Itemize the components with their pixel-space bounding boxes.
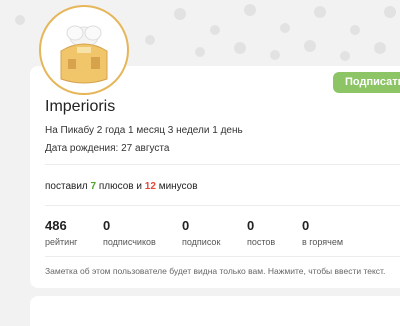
divider [45,164,400,165]
stat-label: в горячем [302,237,344,247]
stat-label: подписчиков [103,237,156,247]
stat-value: 0 [302,218,310,233]
stat-posts[interactable]: 0 постов [247,218,275,247]
votes-summary: поставил 7 плюсов и 12 минусов [45,181,198,192]
stat-value: 0 [103,218,111,233]
next-card [30,296,400,326]
stat-label: постов [247,237,276,247]
stat-hot[interactable]: 0 в горячем [302,218,343,247]
chef-house-icon [60,25,108,84]
stat-subscriptions[interactable]: 0 подписок [182,218,220,247]
stat-rating: 486 рейтинг [45,218,77,247]
birthday: Дата рождения: 27 августа [45,143,170,154]
minus-label: минусов [158,181,198,192]
stat-value: 486 [45,218,67,233]
plus-count: 7 [90,181,97,192]
subscribe-button[interactable]: Подписаться [333,72,400,93]
plus-label: плюсов [98,181,134,192]
user-note[interactable]: Заметка об этом пользователе будет видна… [45,266,385,276]
stat-value: 0 [182,218,190,233]
stat-label: подписок [182,237,221,247]
stat-value: 0 [247,218,255,233]
votes-prefix: поставил [45,181,88,192]
stat-label: рейтинг [45,237,78,247]
stat-subscribers[interactable]: 0 подписчиков [103,218,156,247]
time-on-site: На Пикабу 2 года 1 месяц 3 недели 1 день [45,125,243,136]
divider [45,205,400,206]
minus-count: 12 [144,181,156,192]
divider [45,256,400,257]
username: Imperioris [45,98,116,115]
votes-conj: и [136,181,142,192]
avatar[interactable] [39,5,129,95]
